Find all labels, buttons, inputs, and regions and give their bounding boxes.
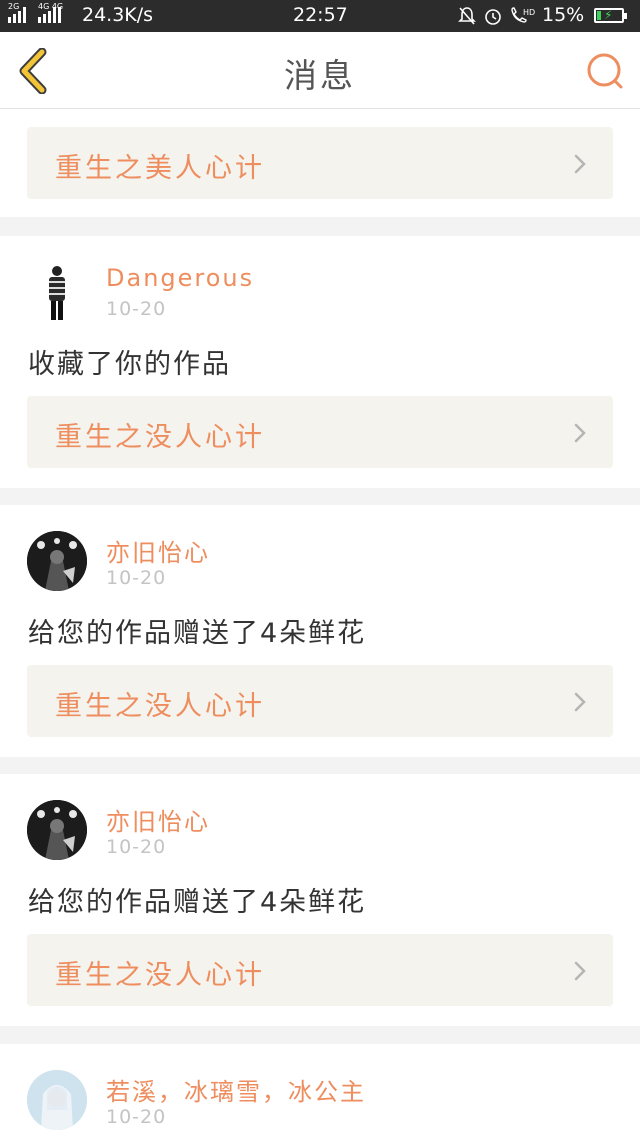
username[interactable]: 若溪，冰璃雪，冰公主: [106, 1072, 366, 1107]
network-speed: 24.3K/s: [82, 4, 154, 26]
hd-label: HD: [523, 8, 535, 17]
bell-muted-icon: [458, 7, 476, 25]
avatar-image: [27, 531, 87, 591]
message-text: 给您的作品赠送了4朵鲜花: [28, 887, 367, 918]
signal-icon: 2G: [8, 3, 26, 23]
hd-call-icon: HD: [511, 7, 535, 23]
work-title: 重生之没人心计: [55, 691, 265, 722]
status-icons: HD: [457, 6, 535, 26]
work-title: 重生之没人心计: [55, 422, 265, 453]
search-button[interactable]: [584, 50, 626, 92]
network-type-label-2: 4G 4G: [38, 2, 64, 11]
work-link[interactable]: 重生之没人心计: [27, 665, 613, 737]
message-date: 10-20: [106, 298, 167, 320]
signal-icon-2: 4G 4G: [38, 3, 63, 23]
message-card: Dangerous 10-20 收藏了你的作品 重生之没人心计: [0, 236, 640, 488]
avatar-image: [27, 1070, 87, 1130]
network-type-label: 2G: [8, 2, 20, 11]
username[interactable]: Dangerous: [106, 264, 254, 292]
work-title: 重生之美人心计: [55, 153, 265, 184]
battery-percent: 15%: [542, 4, 585, 26]
chevron-right-icon: [574, 154, 586, 174]
avatar[interactable]: [27, 1070, 87, 1130]
chevron-right-icon: [574, 961, 586, 981]
username[interactable]: 亦旧怡心: [106, 533, 210, 568]
search-icon: [587, 53, 623, 89]
chevron-right-icon: [574, 692, 586, 712]
chevron-right-icon: [574, 423, 586, 443]
work-link[interactable]: 重生之没人心计: [27, 396, 613, 468]
work-title: 重生之没人心计: [55, 960, 265, 991]
avatar-image: [49, 266, 65, 320]
avatar[interactable]: [27, 531, 87, 591]
work-link[interactable]: 重生之美人心计: [27, 127, 613, 199]
message-card: 亦旧怡心 10-20 给您的作品赠送了4朵鲜花 重生之没人心计: [0, 774, 640, 1026]
avatar[interactable]: [27, 800, 87, 860]
message-text: 收藏了你的作品: [28, 349, 231, 380]
avatar-image: [27, 800, 87, 860]
status-bar: 2G 4G 4G 24.3K/s 22:57 HD 15% ⚡: [0, 0, 640, 32]
message-card: 重生之美人心计: [0, 109, 640, 217]
title-bar: 消息: [0, 32, 640, 109]
alarm-icon: [485, 9, 501, 25]
work-link[interactable]: 重生之没人心计: [27, 934, 613, 1006]
message-text: 给您的作品赠送了4朵鲜花: [28, 618, 367, 649]
battery-icon: ⚡: [594, 8, 627, 23]
message-date: 10-20: [106, 1106, 167, 1128]
avatar[interactable]: [27, 262, 87, 322]
page-title: 消息: [284, 56, 356, 95]
message-date: 10-20: [106, 836, 167, 858]
message-date: 10-20: [106, 567, 167, 589]
username[interactable]: 亦旧怡心: [106, 802, 210, 837]
clock: 22:57: [293, 4, 348, 26]
message-card: 若溪，冰璃雪，冰公主 10-20: [0, 1044, 640, 1138]
message-card: 亦旧怡心 10-20 给您的作品赠送了4朵鲜花 重生之没人心计: [0, 505, 640, 757]
